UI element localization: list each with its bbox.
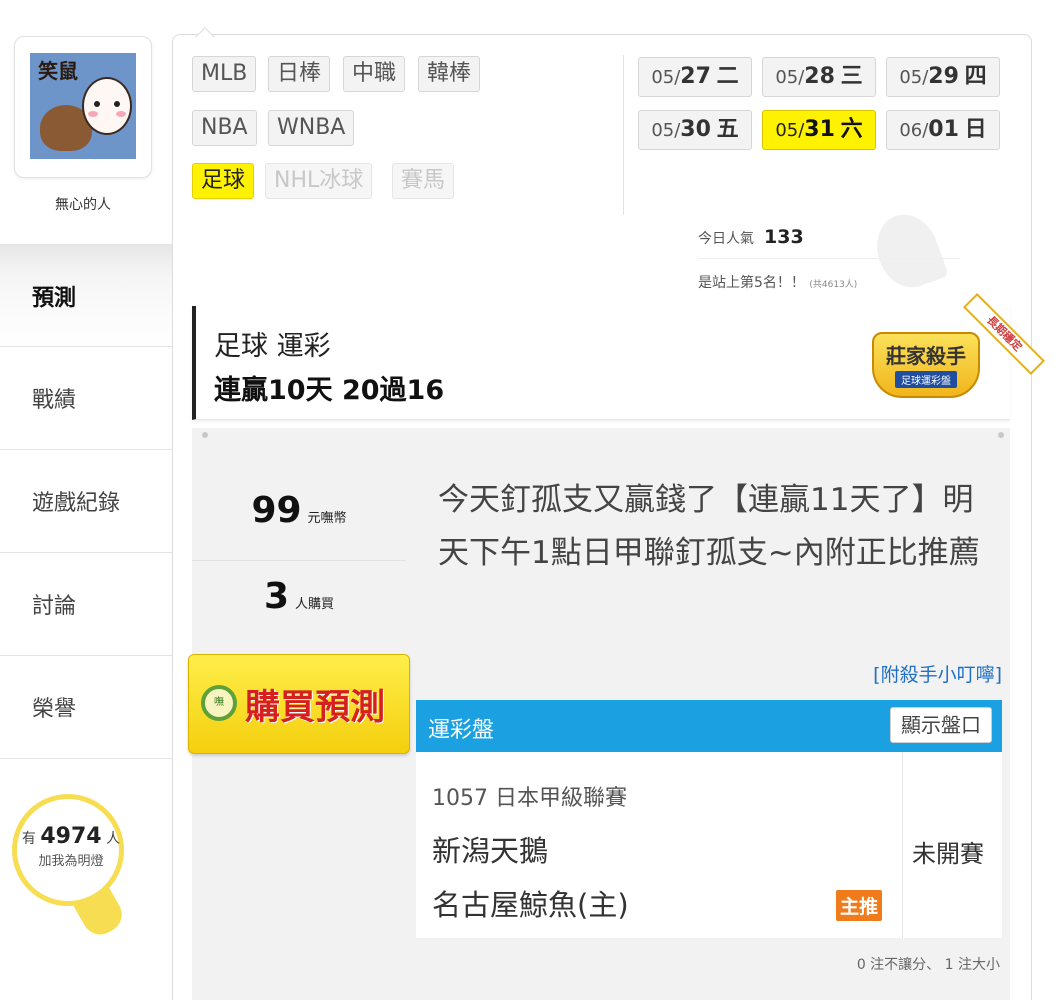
- price: 99 元嘸幣: [192, 490, 406, 531]
- nav-item-label: 戰績: [32, 388, 77, 413]
- date-button-0528[interactable]: 05/28 三: [762, 57, 876, 97]
- date-month: 05/: [651, 67, 681, 88]
- date-button-0527[interactable]: 05/27 二: [638, 57, 752, 97]
- popularity-label: 今日人氣: [698, 231, 754, 247]
- prediction-card: 99 元嘸幣 3 人購買 今天釘孤支又贏錢了【連贏11天了】明天下午1點日甲聯釘孤支…: [188, 428, 1010, 1000]
- date-day: 28: [804, 64, 835, 89]
- league-tab-npb[interactable]: 日棒: [268, 56, 331, 92]
- fan-count-suffix: 人: [106, 831, 121, 847]
- nav-item-label: 遊戲紀錄: [32, 491, 121, 516]
- match-status: 未開賽: [912, 840, 984, 868]
- date-month: 05/: [775, 120, 805, 141]
- nav-item-predictions[interactable]: 預測: [0, 244, 172, 347]
- team-away: 新潟天鵝: [432, 834, 549, 868]
- match-status-divider: [902, 752, 903, 938]
- date-weekday: 日: [964, 117, 987, 142]
- date-day: 29: [928, 64, 959, 89]
- badge-subtitle: 足球運彩盤: [895, 371, 957, 388]
- league-tab-cpbl[interactable]: 中職: [343, 56, 406, 92]
- popularity-rank: 是站上第5名！！ (共4613人): [698, 272, 857, 292]
- date-weekday: 五: [716, 117, 739, 142]
- avatar-bunny-figure: [82, 77, 132, 135]
- date-day: 27: [680, 64, 711, 89]
- prediction-description: 今天釘孤支又贏錢了【連贏11天了】明天下午1點日甲聯釘孤支~內附正比推薦: [438, 482, 980, 571]
- league-tab-mlb[interactable]: MLB: [192, 56, 257, 92]
- league-tab-kbo[interactable]: 韓棒: [418, 56, 481, 92]
- date-weekday: 四: [964, 64, 987, 89]
- date-button-0529[interactable]: 05/29 四: [886, 57, 1000, 97]
- rank-total: (共4613人): [809, 280, 858, 290]
- username[interactable]: 無心的人: [14, 194, 152, 214]
- date-month: 05/: [899, 67, 929, 88]
- league-tab-wnba[interactable]: WNBA: [268, 110, 355, 146]
- side-nav: 預測 戰績 遊戲紀錄 討論 榮譽: [0, 244, 172, 759]
- fan-count-value: 4974: [40, 824, 102, 849]
- rank-text: 是站上第5名！！: [698, 275, 805, 291]
- popularity-divider: [698, 258, 960, 259]
- card-corner-dot: [998, 432, 1004, 438]
- date-button-0530[interactable]: 05/30 五: [638, 110, 752, 150]
- date-weekday: 六: [840, 117, 863, 142]
- odds-title: 運彩盤: [428, 718, 495, 743]
- bookie-killer-badge-icon: 莊家殺手 足球運彩盤: [872, 332, 980, 398]
- killer-tips-link[interactable]: [附殺手小叮嚀]: [873, 660, 1002, 687]
- date-day: 30: [680, 117, 711, 142]
- date-button-0601[interactable]: 06/01 日: [886, 110, 1000, 150]
- date-month: 06/: [899, 120, 929, 141]
- fan-count: 有 4974 人: [16, 824, 126, 849]
- follow-label: 加我為明燈: [38, 854, 104, 869]
- banner-streak: 連贏10天 20過16: [214, 375, 445, 406]
- bet-summary: 0 注不讓分、 1 注大小: [856, 957, 1000, 973]
- buy-prediction-label: 購買預測: [245, 688, 386, 728]
- price-divider: [192, 560, 406, 561]
- nav-item-game-log[interactable]: 遊戲紀錄: [0, 450, 172, 553]
- avatar[interactable]: 笑鼠: [30, 53, 136, 159]
- date-day: 31: [804, 117, 835, 142]
- card-corner-dot: [202, 432, 208, 438]
- buyer-count-value: 3: [263, 576, 290, 617]
- nav-item-discussion[interactable]: 討論: [0, 553, 172, 656]
- league-tab-nba[interactable]: NBA: [192, 110, 257, 146]
- date-weekday: 三: [840, 64, 863, 89]
- team-home: 名古屋鯨魚(主): [432, 888, 629, 922]
- badge-title: 莊家殺手: [886, 344, 966, 368]
- banner-category: 足球 運彩: [214, 331, 331, 362]
- price-value: 99: [251, 490, 302, 531]
- buyer-count: 3 人購買: [192, 576, 406, 617]
- nav-item-label: 榮譽: [32, 697, 77, 722]
- nav-item-record[interactable]: 戰績: [0, 347, 172, 450]
- date-day: 01: [928, 117, 959, 142]
- main-pick-badge: 主推: [836, 890, 883, 921]
- prediction-banner: 足球 運彩 連贏10天 20過16 莊家殺手 足球運彩盤 長期穩定: [192, 292, 1046, 420]
- price-unit: 元嘸幣: [307, 511, 347, 526]
- header-divider: [623, 55, 624, 215]
- coin-icon: 嘸: [201, 685, 237, 721]
- league-tab-soccer[interactable]: 足球: [192, 163, 255, 199]
- nav-item-honors[interactable]: 榮譽: [0, 656, 172, 759]
- league-tab-horse-racing: 賽馬: [392, 163, 455, 199]
- league-tab-nhl: NHL冰球: [265, 163, 373, 199]
- follow-lightbulb[interactable]: 有 4974 人 加我為明燈: [12, 794, 134, 944]
- buy-prediction-button[interactable]: 嘸 購買預測: [188, 654, 410, 754]
- match-row: 1057 日本甲級聯賽 新潟天鵝 名古屋鯨魚(主) 主推 未開賽: [416, 752, 1002, 938]
- profile-card: 笑鼠: [14, 36, 152, 178]
- date-month: 05/: [651, 120, 681, 141]
- odds-header: 運彩盤 顯示盤口: [416, 700, 1002, 752]
- popularity-value: 133: [764, 226, 804, 248]
- popularity-today: 今日人氣 133: [698, 226, 804, 248]
- date-month: 05/: [775, 67, 805, 88]
- date-weekday: 二: [716, 64, 739, 89]
- fan-count-prefix: 有: [21, 831, 36, 847]
- buyer-count-unit: 人購買: [295, 597, 335, 612]
- match-league: 1057 日本甲級聯賽: [432, 786, 627, 811]
- date-button-0531[interactable]: 05/31 六: [762, 110, 876, 150]
- avatar-caption: 笑鼠: [38, 59, 78, 83]
- nav-item-label: 預測: [32, 285, 77, 311]
- nav-item-label: 討論: [32, 594, 77, 619]
- show-odds-button[interactable]: 顯示盤口: [890, 707, 992, 743]
